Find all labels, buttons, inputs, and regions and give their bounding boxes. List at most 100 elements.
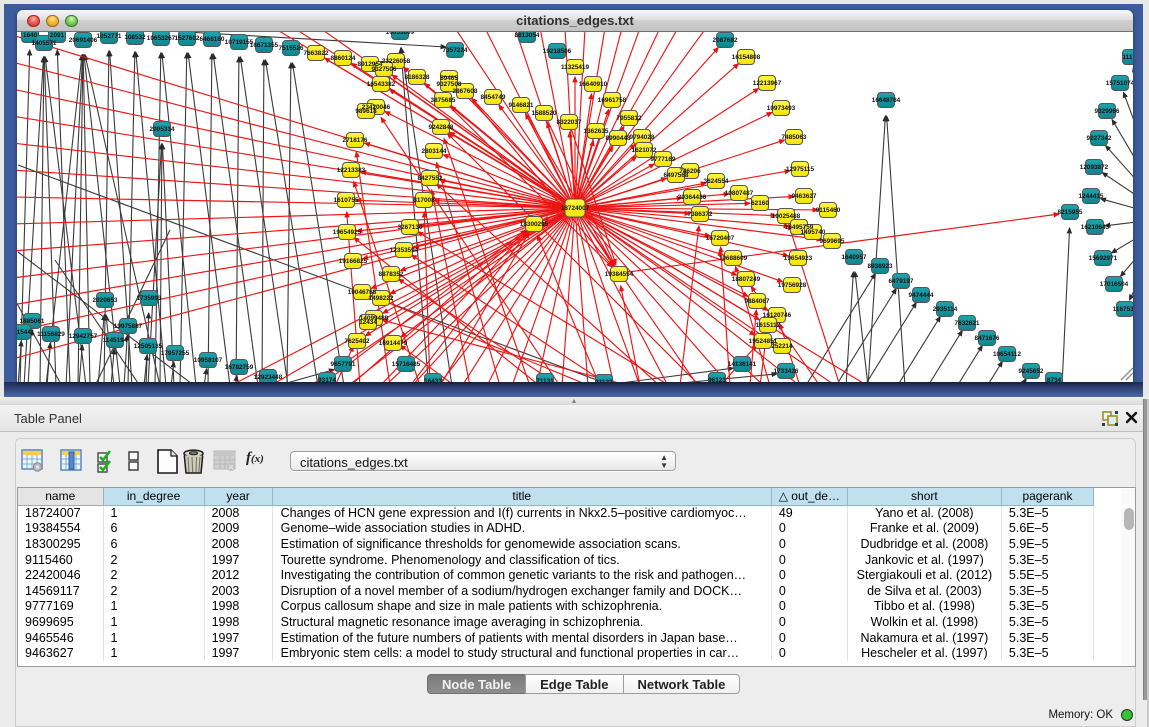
svg-text:1362635: 1362635 [584, 128, 609, 135]
svg-text:93174: 93174 [318, 377, 336, 382]
svg-text:15751074: 15751074 [1106, 80, 1133, 87]
svg-text:11173: 11173 [1122, 54, 1133, 61]
svg-text:8215955: 8215955 [1058, 209, 1083, 216]
svg-text:16914479: 16914479 [379, 340, 408, 347]
svg-text:2005334: 2005334 [150, 126, 175, 133]
svg-text:9227342: 9227342 [1087, 135, 1112, 142]
svg-text:9242848: 9242848 [429, 124, 454, 131]
svg-text:18724007: 18724007 [561, 205, 590, 212]
svg-text:16671355: 16671355 [250, 42, 279, 49]
svg-text:9657791: 9657791 [331, 361, 356, 368]
svg-text:71131: 71131 [536, 378, 554, 382]
svg-text:19756928: 19756928 [778, 282, 807, 289]
svg-text:8186328: 8186328 [405, 74, 430, 81]
svg-text:19975887: 19975887 [114, 323, 143, 330]
svg-text:12093872: 12093872 [1080, 164, 1109, 171]
svg-text:10654112: 10654112 [993, 351, 1022, 358]
svg-text:8471676: 8471676 [975, 335, 1000, 342]
svg-text:20364436: 20364436 [678, 194, 707, 201]
svg-text:12975115: 12975115 [786, 166, 815, 173]
svg-text:3267130: 3267130 [398, 224, 423, 231]
svg-text:16640910: 16640910 [579, 81, 608, 88]
svg-text:1885061: 1885061 [20, 318, 45, 325]
svg-text:1615112: 1615112 [756, 322, 781, 329]
svg-text:3875685: 3875685 [431, 97, 456, 104]
svg-text:2803144: 2803144 [422, 148, 447, 155]
svg-text:7632621: 7632621 [955, 320, 980, 327]
svg-text:19654925: 19654925 [333, 229, 362, 236]
svg-text:2020653: 2020653 [93, 297, 118, 304]
svg-text:12942757: 12942757 [69, 333, 98, 340]
svg-text:9329966: 9329966 [1095, 108, 1120, 115]
svg-text:16961758: 16961758 [598, 97, 627, 104]
svg-text:9327506: 9327506 [372, 66, 397, 73]
svg-text:11156829: 11156829 [37, 331, 65, 338]
svg-text:9794028: 9794028 [630, 134, 655, 141]
svg-text:7625402: 7625402 [345, 338, 370, 345]
svg-text:12434: 12434 [359, 319, 377, 326]
svg-text:15716485: 15716485 [392, 361, 421, 368]
svg-text:9884067: 9884067 [745, 298, 770, 305]
svg-text:9327508: 9327508 [437, 81, 462, 88]
svg-text:15692971: 15692971 [1089, 255, 1118, 262]
svg-text:1527602: 1527602 [175, 35, 200, 42]
svg-text:16210643: 16210643 [1081, 224, 1110, 231]
svg-text:8734: 8734 [1047, 377, 1062, 382]
svg-text:1167534: 1167534 [1113, 306, 1133, 313]
svg-text:12353594: 12353594 [390, 247, 419, 254]
svg-text:7485063: 7485063 [782, 134, 807, 141]
svg-text:9146821: 9146821 [509, 102, 534, 109]
svg-text:1640957: 1640957 [842, 254, 867, 261]
svg-text:7386372: 7386372 [688, 211, 713, 218]
svg-text:8878352: 8878352 [379, 271, 404, 278]
svg-text:8860124: 8860124 [331, 55, 356, 62]
svg-text:10653267: 10653267 [147, 35, 176, 42]
svg-text:10025488: 10025488 [772, 213, 801, 220]
svg-text:17016504: 17016504 [1100, 281, 1129, 288]
svg-text:1495740: 1495740 [801, 229, 826, 236]
svg-text:19166825: 19166825 [339, 258, 368, 265]
svg-text:1735993: 1735993 [137, 295, 162, 302]
svg-text:12923448: 12923448 [254, 374, 283, 381]
svg-text:7357224: 7357224 [443, 47, 468, 54]
svg-text:7955812: 7955812 [617, 115, 642, 122]
svg-text:817008: 817008 [413, 197, 435, 204]
svg-text:989618: 989618 [355, 108, 377, 115]
svg-text:10958107: 10958107 [194, 357, 223, 364]
svg-text:17957255: 17957255 [161, 350, 190, 357]
svg-text:2867608: 2867608 [453, 88, 478, 95]
svg-text:9245652: 9245652 [1019, 368, 1044, 375]
svg-text:10807487: 10807487 [725, 190, 754, 197]
svg-text:18807249: 18807249 [732, 276, 761, 283]
svg-text:6497568: 6497568 [664, 172, 689, 179]
svg-text:16543382: 16543382 [367, 81, 396, 88]
svg-text:108532: 108532 [124, 34, 146, 41]
svg-text:3915441: 3915441 [17, 329, 35, 336]
svg-text:6466160: 6466160 [200, 36, 225, 43]
svg-text:18300295: 18300295 [520, 221, 549, 228]
svg-text:14136141: 14136141 [728, 361, 757, 368]
svg-text:11325419: 11325419 [561, 64, 590, 71]
svg-text:19654923: 19654923 [784, 255, 813, 262]
svg-text:12213383: 12213383 [337, 167, 366, 174]
svg-text:23226058: 23226058 [382, 58, 411, 65]
svg-text:10688609: 10688609 [719, 255, 748, 262]
svg-text:96123: 96123 [708, 377, 726, 382]
svg-text:2935114: 2935114 [933, 306, 958, 313]
svg-text:8322037: 8322037 [557, 119, 582, 126]
svg-text:9474444: 9474444 [909, 292, 934, 299]
svg-text:8813054: 8813054 [515, 32, 540, 39]
svg-text:16033809: 16033809 [386, 32, 415, 36]
svg-text:12213967: 12213967 [753, 80, 782, 87]
svg-text:8454749: 8454749 [481, 94, 506, 101]
svg-text:10973493: 10973493 [767, 105, 796, 112]
svg-text:16782759: 16782759 [225, 364, 254, 371]
svg-text:1405571: 1405571 [32, 40, 57, 47]
svg-text:1640: 1640 [23, 32, 38, 39]
svg-text:3624554: 3624554 [704, 178, 729, 185]
svg-text:16433: 16433 [424, 378, 442, 382]
svg-text:1621072: 1621072 [632, 147, 657, 154]
svg-text:9463627: 9463627 [792, 193, 817, 200]
svg-text:16154808: 16154808 [732, 54, 761, 61]
svg-text:16648784: 16648784 [872, 97, 901, 104]
